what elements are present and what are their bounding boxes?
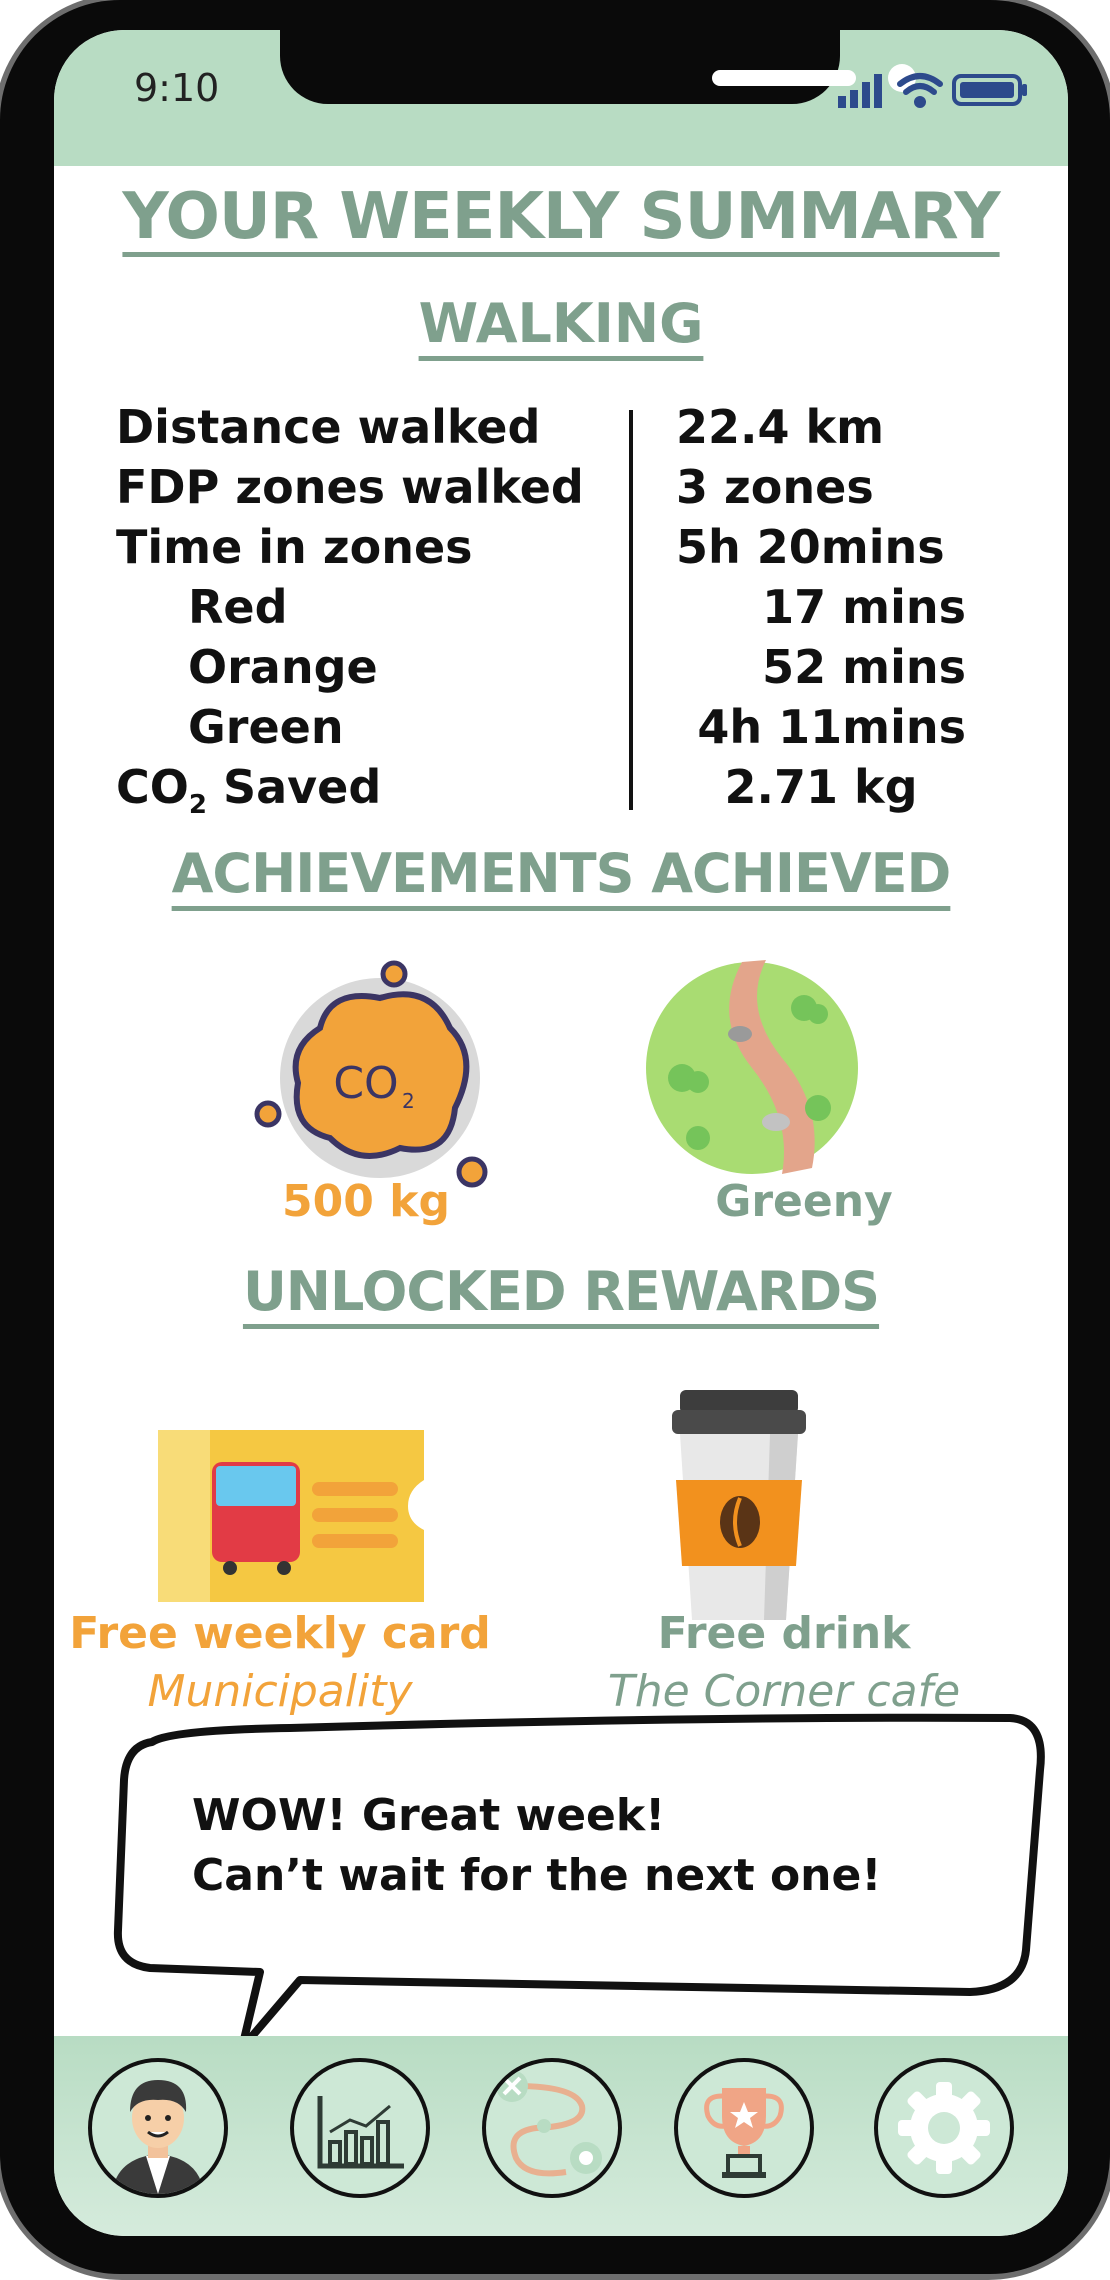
stat-row-co2: CO2 Saved 2.71 kg: [116, 760, 1016, 820]
stat-row: Red 17 mins: [116, 580, 1016, 640]
stat-row: FDP zones walked 3 zones: [116, 460, 1016, 520]
stat-value: 5h 20mins: [676, 520, 945, 574]
nav-settings-button[interactable]: [874, 2058, 1014, 2198]
status-icons: [838, 73, 1027, 108]
green-path-icon: [646, 960, 858, 1174]
bus-ticket-icon: [158, 1430, 424, 1602]
avatar-icon: [112, 2080, 204, 2194]
rewards-title: UNLOCKED REWARDS: [242, 1260, 880, 1323]
battery-icon: [952, 74, 1027, 106]
nav-map-button[interactable]: [482, 2058, 622, 2198]
co2-badge-text: CO: [333, 1058, 398, 1109]
stat-label: Orange: [188, 640, 378, 694]
app-screen: 9:10 YOUR WEEKLY SUMMARY WALKING ACHIEVE…: [54, 30, 1068, 2236]
achievement-co2-label: 500 kg: [282, 1176, 450, 1227]
achievement-greeny-label: Greeny: [715, 1176, 893, 1227]
stat-label-co2: CO2 Saved: [116, 760, 382, 821]
reward-title-card: Free weekly card: [69, 1608, 491, 1659]
achievements-title: ACHIEVEMENTS ACHIEVED: [171, 842, 952, 905]
stat-value: 17 mins: [762, 580, 966, 634]
message-text: WOW! Great week! Can’t wait for the next…: [192, 1786, 881, 1906]
reward-title-drink: Free drink: [657, 1608, 911, 1659]
stat-value: 52 mins: [762, 640, 966, 694]
speaker: [712, 70, 856, 86]
stat-value: 3 zones: [676, 460, 874, 514]
trophy-icon: [704, 2088, 784, 2178]
stat-label: Time in zones: [116, 520, 473, 574]
message-line-1: WOW! Great week!: [192, 1790, 666, 1841]
nav-profile-button[interactable]: [88, 2058, 228, 2198]
nav-achievements-button[interactable]: [674, 2058, 814, 2198]
status-time: 9:10: [134, 66, 220, 110]
stat-label: Red: [188, 580, 288, 634]
wifi-icon: [897, 73, 943, 108]
stat-label: FDP zones walked: [116, 460, 584, 514]
stat-value: 22.4 km: [676, 400, 885, 454]
signal-icon: [838, 74, 882, 108]
notch: [280, 30, 916, 104]
stat-row: Time in zones 5h 20mins: [116, 520, 1016, 580]
stat-row: Distance walked 22.4 km: [116, 400, 1016, 460]
co2-badge-icon: CO 2: [254, 960, 488, 1188]
gear-icon: [898, 2082, 990, 2174]
stat-value: 4h 11mins: [697, 700, 966, 754]
chart-icon: [317, 2096, 404, 2169]
message-line-2: Can’t wait for the next one!: [192, 1850, 882, 1901]
page-title: YOUR WEEKLY SUMMARY: [122, 180, 1000, 254]
map-route-icon: [496, 2070, 602, 2177]
stat-row: Green 4h 11mins: [116, 700, 1016, 760]
stat-row: Orange 52 mins: [116, 640, 1016, 700]
stat-value-co2: 2.71 kg: [724, 760, 918, 814]
stat-label: Distance walked: [116, 400, 541, 454]
co2-badge-sub: 2: [402, 1089, 415, 1113]
walking-stats: Distance walked 22.4 km FDP zones walked 3 …: [116, 400, 1016, 820]
stat-label: Green: [188, 700, 344, 754]
coffee-cup-icon: [672, 1390, 806, 1620]
nav-stats-button[interactable]: [290, 2058, 430, 2198]
section-title-walking: WALKING: [418, 292, 704, 355]
